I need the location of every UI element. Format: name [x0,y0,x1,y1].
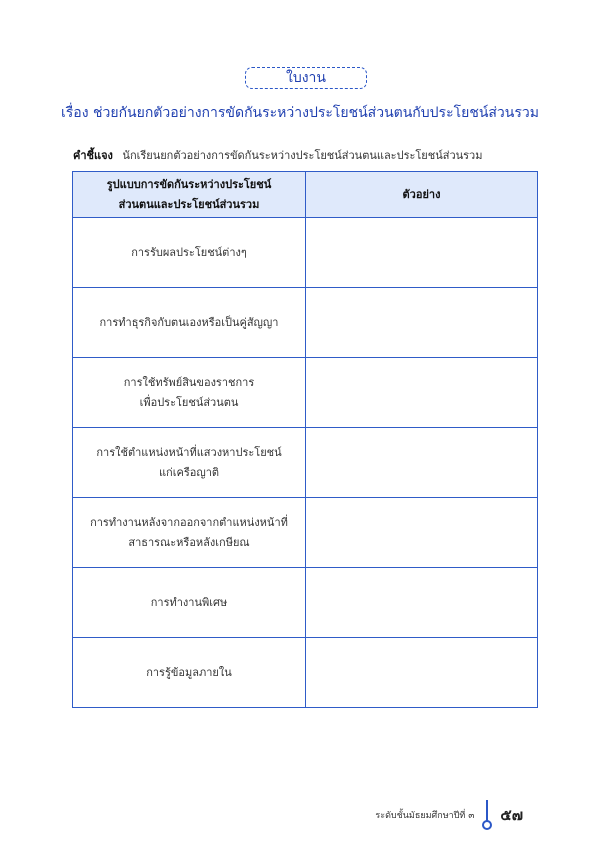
table-row: การทำธุรกิจกับตนเองหรือเป็นคู่สัญญา [72,287,538,358]
pattern-cell: การทำงานพิเศษ [72,567,306,638]
table-row: การทำงานหลังจากออกจากตำแหน่งหน้าที่ สาธา… [72,497,538,568]
table-row: การใช้ตำแหน่งหน้าที่แสวงหาประโยชน์ แก่เค… [72,427,538,498]
grade-level-text: ระดับชั้นมัธยมศึกษาปีที่ ๓ [375,811,475,821]
pattern-cell: การทำธุรกิจกับตนเองหรือเป็นคู่สัญญา [72,287,306,358]
pattern-cell: การใช้ทรัพย์สินของราชการ เพื่อประโยชน์ส่… [72,357,306,428]
page-number: ๕๗ [500,806,523,824]
example-table: รูปแบบการขัดกันระหว่างประโยชน์ ส่วนตนและ… [72,171,538,708]
example-cell[interactable] [305,287,538,358]
table-row: การรู้ข้อมูลภายใน [72,637,538,708]
pattern-cell: การรับผลประโยชน์ต่างๆ [72,217,306,288]
instruction-text: นักเรียนยกตัวอย่างการขัดกันระหว่างประโยช… [122,149,483,162]
table-row: การรับผลประโยชน์ต่างๆ [72,217,538,288]
page-footer: ระดับชั้นมัธยมศึกษาปีที่ ๓ ๕๗ [375,800,523,830]
worksheet-badge: ใบงาน [245,67,367,89]
example-cell[interactable] [305,567,538,638]
page-title: เรื่อง ช่วยกันยกตัวอย่างการขัดกันระหว่าง… [61,105,539,121]
page-marker-icon [482,800,493,830]
header-pattern: รูปแบบการขัดกันระหว่างประโยชน์ ส่วนตนและ… [72,171,306,218]
example-cell[interactable] [305,357,538,428]
table-row: การใช้ทรัพย์สินของราชการ เพื่อประโยชน์ส่… [72,357,538,428]
example-cell[interactable] [305,637,538,708]
pattern-cell: การรู้ข้อมูลภายใน [72,637,306,708]
header-example: ตัวอย่าง [305,171,538,218]
pattern-cell: การทำงานหลังจากออกจากตำแหน่งหน้าที่ สาธา… [72,497,306,568]
example-cell[interactable] [305,497,538,568]
worksheet-badge-label: ใบงาน [286,70,326,86]
pattern-cell: การใช้ตำแหน่งหน้าที่แสวงหาประโยชน์ แก่เค… [72,427,306,498]
table-header-row: รูปแบบการขัดกันระหว่างประโยชน์ ส่วนตนและ… [72,171,538,218]
example-cell[interactable] [305,427,538,498]
instruction-label: คำชี้แจง [73,149,113,162]
table-row: การทำงานพิเศษ [72,567,538,638]
example-cell[interactable] [305,217,538,288]
instruction: คำชี้แจง นักเรียนยกตัวอย่างการขัดกันระหว… [73,146,482,164]
